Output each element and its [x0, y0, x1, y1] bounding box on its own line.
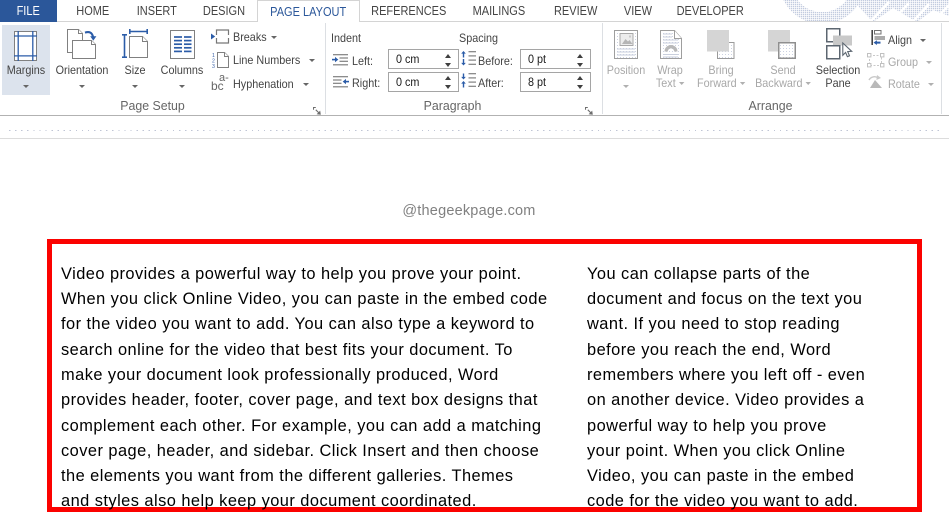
svg-text:3: 3 [212, 64, 215, 68]
